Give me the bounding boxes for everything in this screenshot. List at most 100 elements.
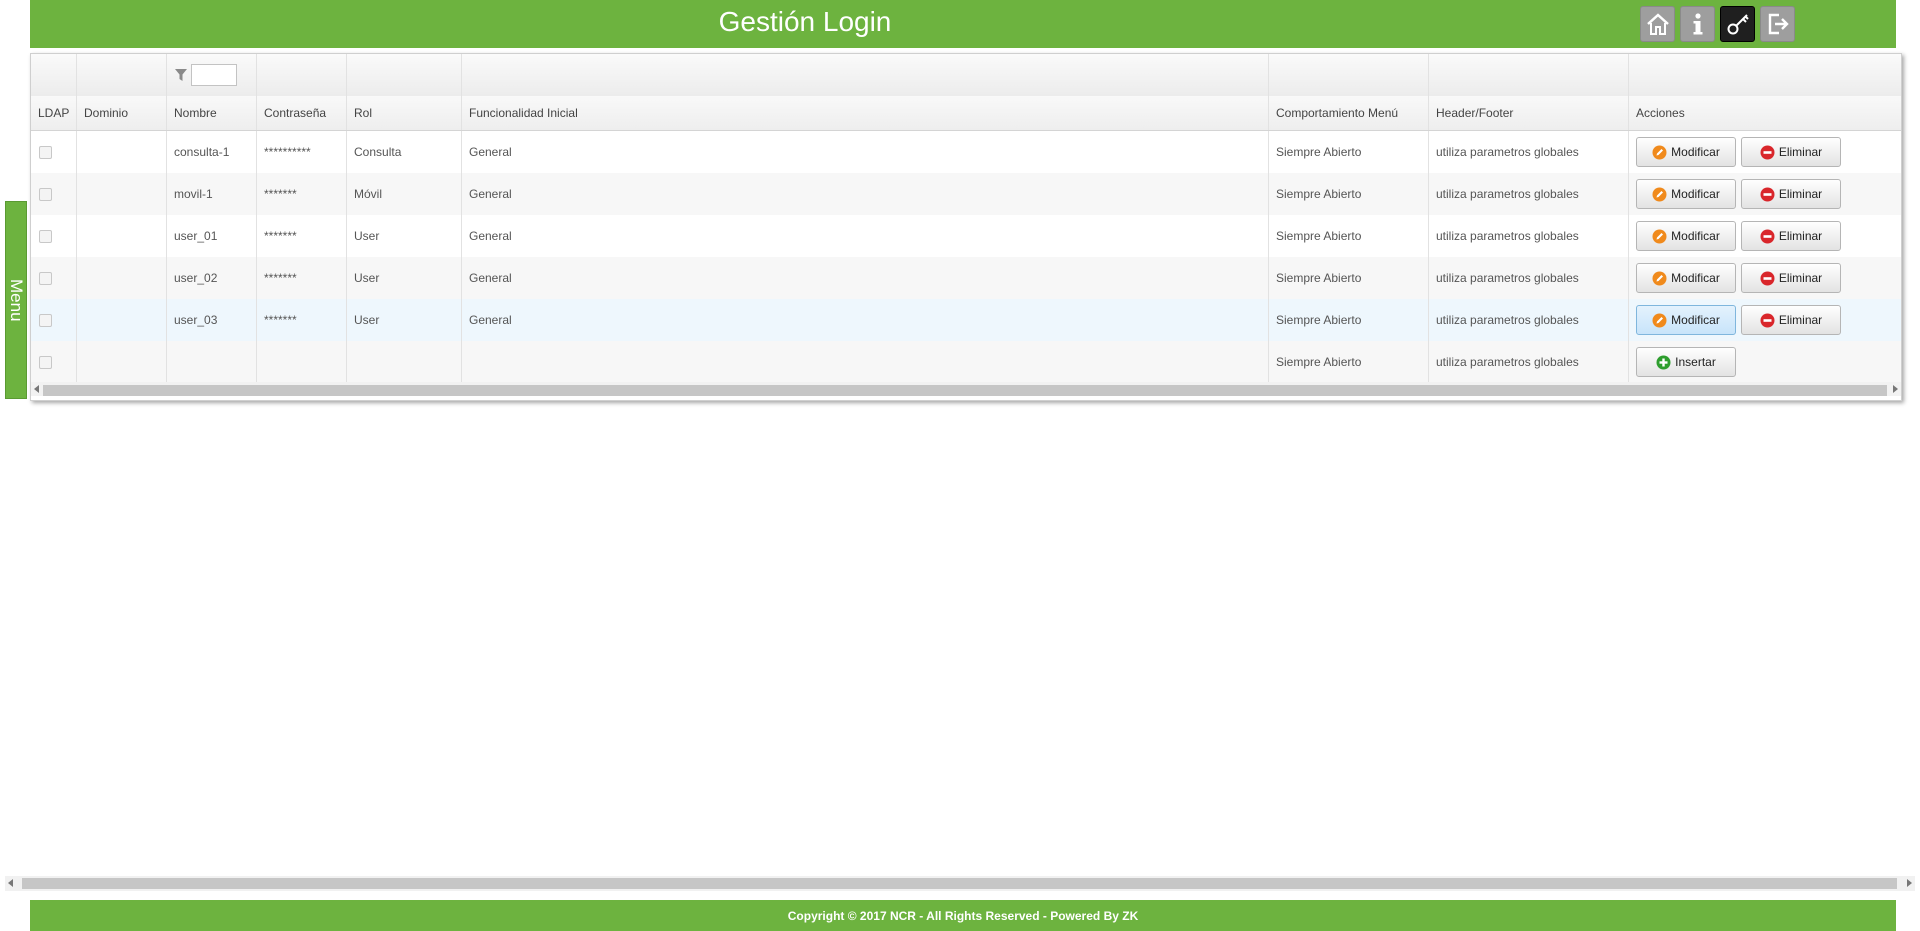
- copyright-text: Copyright © 2017 NCR - All Rights Reserv…: [787, 908, 1139, 923]
- grid-horizontal-scrollbar[interactable]: [31, 382, 1901, 396]
- table-row: user_02 ******* User General Siempre Abi…: [31, 257, 1901, 299]
- funcionalidad-cell: General: [462, 131, 1269, 173]
- column-header-rol[interactable]: Rol: [347, 96, 462, 130]
- ldap-checkbox[interactable]: [39, 145, 52, 159]
- modify-button[interactable]: Modificar: [1636, 137, 1736, 167]
- column-header-funcionalidad[interactable]: Funcionalidad Inicial: [462, 96, 1269, 130]
- ldap-checkbox[interactable]: [39, 229, 52, 243]
- rol-cell: User: [347, 299, 462, 341]
- column-header-row: LDAP Dominio Nombre Contraseña Rol Funci…: [31, 96, 1901, 131]
- dominio-cell: [77, 299, 167, 341]
- nombre-cell: consulta-1: [167, 131, 257, 173]
- filter-row: [31, 54, 1901, 97]
- password-cell: *******: [257, 257, 347, 299]
- table-row: user_01 ******* User General Siempre Abi…: [31, 215, 1901, 257]
- ldap-checkbox[interactable]: [39, 355, 52, 369]
- column-header-header-footer[interactable]: Header/Footer: [1429, 96, 1629, 130]
- minus-circle-icon: [1760, 229, 1775, 243]
- home-button[interactable]: [1640, 6, 1675, 42]
- nombre-cell: user_01: [167, 215, 257, 257]
- logout-button[interactable]: [1760, 6, 1795, 42]
- rol-cell: Móvil: [347, 173, 462, 215]
- dominio-cell: [77, 215, 167, 257]
- side-menu-toggle[interactable]: Menu: [5, 201, 27, 399]
- delete-button[interactable]: Eliminar: [1741, 221, 1841, 251]
- header-footer-cell: utiliza parametros globales: [1429, 299, 1629, 341]
- funcionalidad-cell: General: [462, 299, 1269, 341]
- comportamiento-cell: Siempre Abierto: [1269, 131, 1429, 173]
- delete-button[interactable]: Eliminar: [1741, 305, 1841, 335]
- dominio-cell: [77, 173, 167, 215]
- funcionalidad-cell: General: [462, 257, 1269, 299]
- scroll-right-arrow[interactable]: [1907, 879, 1912, 887]
- dominio-cell: [77, 131, 167, 173]
- side-menu-label: Menu: [7, 278, 26, 322]
- new-row: Siempre Abierto utiliza parametros globa…: [31, 341, 1901, 383]
- rol-cell: User: [347, 257, 462, 299]
- funcionalidad-cell: General: [462, 215, 1269, 257]
- pencil-icon: [1652, 229, 1667, 243]
- rol-cell: User: [347, 215, 462, 257]
- minus-circle-icon: [1760, 313, 1775, 327]
- ldap-checkbox[interactable]: [39, 187, 52, 201]
- key-button[interactable]: [1720, 6, 1755, 42]
- login-grid: LDAP Dominio Nombre Contraseña Rol Funci…: [30, 53, 1902, 401]
- nombre-filter-input[interactable]: [191, 64, 237, 86]
- plus-circle-icon: [1656, 355, 1671, 369]
- delete-button[interactable]: Eliminar: [1741, 263, 1841, 293]
- pencil-icon: [1652, 313, 1667, 327]
- nombre-cell: user_02: [167, 257, 257, 299]
- table-row: movil-1 ******* Móvil General Siempre Ab…: [31, 173, 1901, 215]
- page-title: Gestión Login: [718, 6, 892, 37]
- ldap-checkbox[interactable]: [39, 313, 52, 327]
- column-header-acciones[interactable]: Acciones: [1629, 96, 1901, 130]
- delete-button[interactable]: Eliminar: [1741, 179, 1841, 209]
- comportamiento-cell: Siempre Abierto: [1269, 257, 1429, 299]
- nombre-cell: user_03: [167, 299, 257, 341]
- scroll-right-arrow[interactable]: [1893, 385, 1898, 393]
- password-cell: *******: [257, 215, 347, 257]
- column-header-ldap[interactable]: LDAP: [31, 96, 77, 130]
- nombre-cell: movil-1: [167, 173, 257, 215]
- column-header-comportamiento[interactable]: Comportamiento Menú: [1269, 96, 1429, 130]
- app-footer: Copyright © 2017 NCR - All Rights Reserv…: [30, 900, 1896, 931]
- table-row: consulta-1 ********** Consulta General S…: [31, 131, 1901, 173]
- password-cell: **********: [257, 131, 347, 173]
- password-cell: *******: [257, 299, 347, 341]
- page-horizontal-scrollbar[interactable]: [5, 876, 1915, 891]
- minus-circle-icon: [1760, 271, 1775, 285]
- insert-button[interactable]: Insertar: [1636, 347, 1736, 377]
- modify-button[interactable]: Modificar: [1636, 179, 1736, 209]
- pencil-icon: [1652, 271, 1667, 285]
- app-header: Gestión Login: [30, 0, 1896, 48]
- column-header-nombre[interactable]: Nombre: [167, 96, 257, 130]
- pencil-icon: [1652, 145, 1667, 159]
- header-footer-cell: utiliza parametros globales: [1429, 173, 1629, 215]
- column-header-contrasena[interactable]: Contraseña: [257, 96, 347, 130]
- ldap-checkbox[interactable]: [39, 271, 52, 285]
- pencil-icon: [1652, 187, 1667, 201]
- comportamiento-cell: Siempre Abierto: [1269, 173, 1429, 215]
- info-icon: [1693, 13, 1702, 35]
- scroll-left-arrow[interactable]: [34, 385, 39, 393]
- scroll-thumb[interactable]: [22, 878, 1897, 889]
- dominio-cell: [77, 257, 167, 299]
- header-footer-cell: utiliza parametros globales: [1429, 131, 1629, 173]
- minus-circle-icon: [1760, 145, 1775, 159]
- scroll-thumb[interactable]: [43, 385, 1887, 396]
- modify-button[interactable]: Modificar: [1636, 263, 1736, 293]
- rol-cell: Consulta: [347, 131, 462, 173]
- modify-button[interactable]: Modificar: [1636, 221, 1736, 251]
- comportamiento-cell: Siempre Abierto: [1269, 299, 1429, 341]
- delete-button[interactable]: Eliminar: [1741, 137, 1841, 167]
- modify-button[interactable]: Modificar: [1636, 305, 1736, 335]
- logout-icon: [1768, 13, 1789, 35]
- nombre-filter: [174, 64, 237, 86]
- funcionalidad-cell: General: [462, 173, 1269, 215]
- column-header-dominio[interactable]: Dominio: [77, 96, 167, 130]
- header-footer-cell: utiliza parametros globales: [1429, 341, 1629, 383]
- header-footer-cell: utiliza parametros globales: [1429, 215, 1629, 257]
- comportamiento-cell: Siempre Abierto: [1269, 215, 1429, 257]
- scroll-left-arrow[interactable]: [8, 879, 13, 887]
- info-button[interactable]: [1680, 6, 1715, 42]
